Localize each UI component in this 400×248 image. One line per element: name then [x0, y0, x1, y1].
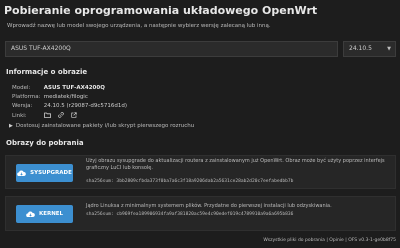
info-label: Platforma: [12, 94, 41, 100]
info-label: Linki: [12, 112, 27, 119]
version-select[interactable]: 24.10.5 ▼ [343, 41, 396, 57]
info-row-platform: Platforma: mediatek/filogic [12, 94, 88, 100]
cloud-download-icon [26, 210, 35, 217]
page-subtitle: Wprowadź nazwę lub model swojego urządze… [7, 23, 271, 29]
customize-packages-toggle[interactable]: ▶ Dostosuj zainstalowane pakiety i/lub sk… [9, 123, 194, 129]
download-images-heading: Obrazy do pobrania [6, 139, 84, 147]
info-row-model: Model: ASUS TUF-AX4200Q [12, 85, 105, 91]
kernel-button-label: KERNEL [38, 211, 64, 217]
sysupgrade-download-button[interactable]: SYSUPGRADE [16, 164, 73, 182]
customize-packages-label: Dostosuj zainstalowane pakiety i/lub skr… [15, 123, 195, 129]
version-select-value: 24.10.5 [349, 45, 372, 52]
sysupgrade-sha256: sha256sum: 3bb2809cfbda373f0ba7a6c3f18a9… [86, 179, 294, 184]
info-label: Wersja: [12, 103, 33, 109]
info-value-model: ASUS TUF-AX4200Q [43, 85, 105, 91]
kernel-sha256: sha256sum: cb969fea189906934fa9af381820a… [86, 212, 294, 217]
external-link-icon[interactable] [71, 112, 77, 118]
image-info-heading: Informacje o obrazie [6, 68, 88, 76]
caret-right-icon: ▶ [9, 123, 13, 129]
chevron-down-icon: ▼ [387, 46, 391, 52]
sysupgrade-description: Użyj obrazu sysupgrade do aktualizacji r… [86, 158, 385, 171]
cloud-download-icon [17, 169, 26, 176]
footer: Wszystkie pliki do pobrania | Opinie | O… [263, 238, 396, 243]
info-row-version: Wersja: 24.10.5 (r29087-d9c5716d1d) [12, 103, 127, 109]
info-label: Model: [12, 85, 31, 91]
page-title: Pobieranie oprogramowania układowego Ope… [4, 4, 318, 17]
sysupgrade-button-label: SYSUPGRADE [30, 170, 72, 176]
folder-icon[interactable] [43, 112, 51, 118]
info-value-version: 24.10.5 (r29087-d9c5716d1d) [43, 103, 128, 109]
info-row-links: Linki: [12, 112, 77, 119]
info-value-platform: mediatek/filogic [43, 94, 88, 100]
link-icon[interactable] [57, 112, 64, 118]
model-search-input[interactable]: ASUS TUF-AX4200Q [5, 41, 338, 57]
kernel-download-button[interactable]: KERNEL [16, 205, 73, 223]
kernel-description: Jądro Linuksa z minimalnym systemem plik… [86, 203, 332, 209]
